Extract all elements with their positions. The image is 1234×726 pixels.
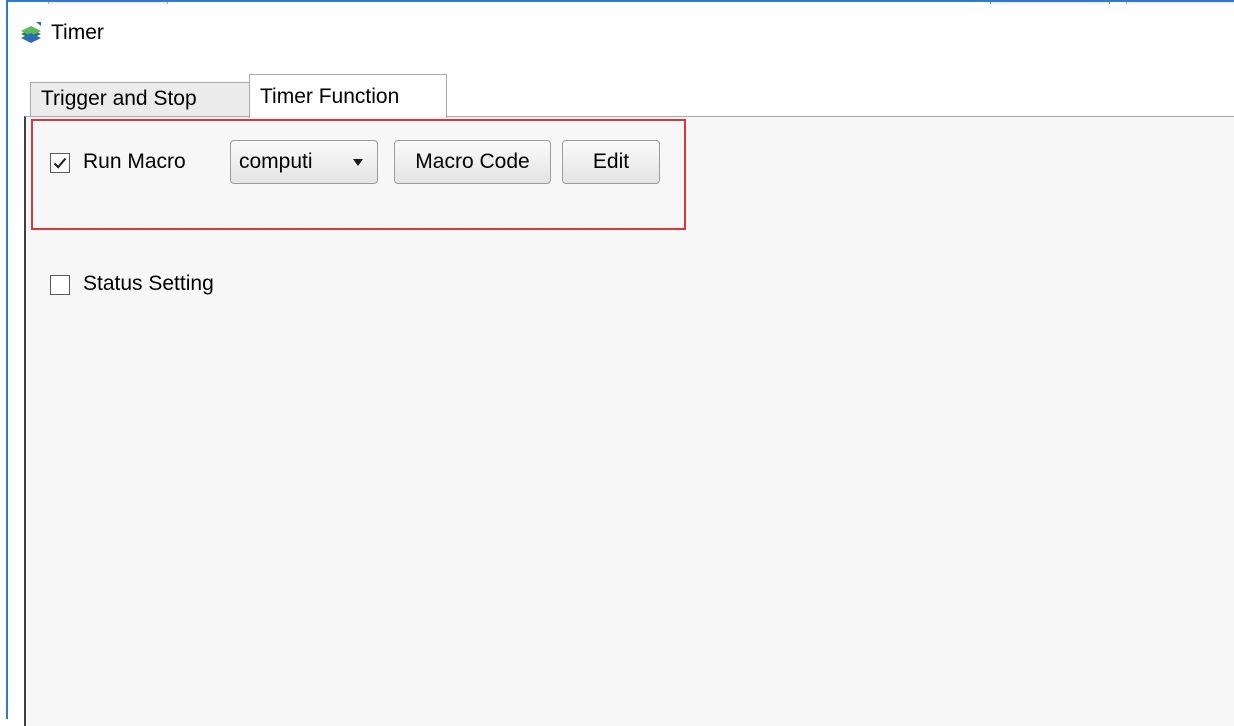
status-setting-label: Status Setting bbox=[83, 272, 214, 295]
title-bar: Timer bbox=[8, 4, 1234, 60]
macro-code-button[interactable]: Macro Code bbox=[394, 140, 551, 184]
checkmark-icon bbox=[53, 157, 67, 169]
run-macro-label: Run Macro bbox=[83, 150, 186, 173]
tab-timer-function[interactable]: Timer Function bbox=[249, 74, 447, 118]
window-left-border bbox=[6, 0, 8, 719]
window-top-border bbox=[6, 0, 1234, 2]
macro-select-value: computi bbox=[239, 150, 313, 173]
timer-window: Timer Trigger and Stop Timer Function Ru… bbox=[0, 0, 1234, 726]
edit-button[interactable]: Edit bbox=[562, 140, 660, 184]
dropdown-arrow-icon bbox=[353, 159, 363, 166]
tab-trigger-and-stop[interactable]: Trigger and Stop bbox=[30, 82, 250, 116]
timer-function-panel bbox=[24, 116, 1234, 726]
window-title: Timer bbox=[51, 21, 104, 44]
app-icon bbox=[18, 20, 44, 46]
status-setting-checkbox[interactable] bbox=[50, 275, 70, 295]
run-macro-checkbox[interactable] bbox=[50, 153, 70, 173]
macro-select-dropdown[interactable]: computi bbox=[230, 140, 378, 184]
